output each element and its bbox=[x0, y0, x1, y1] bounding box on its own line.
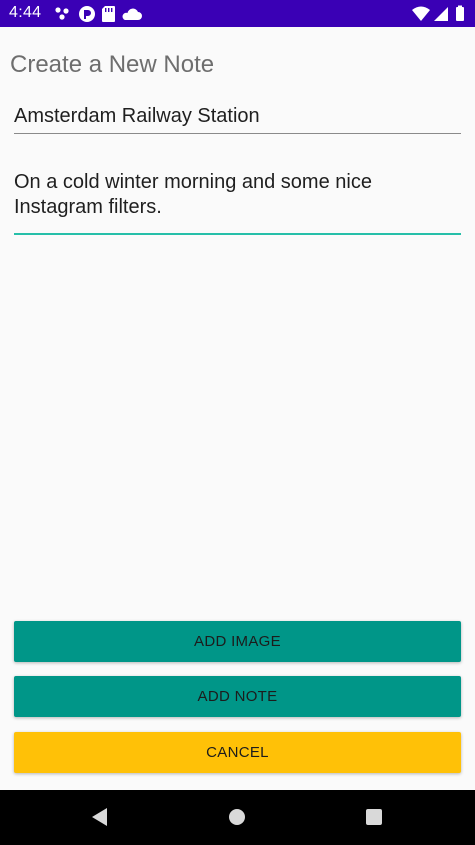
note-body-input[interactable]: On a cold winter morning and some nice I… bbox=[14, 167, 461, 235]
status-right-icons bbox=[412, 5, 464, 21]
note-title-value: Amsterdam Railway Station bbox=[14, 105, 260, 127]
notification-dots-icon bbox=[55, 7, 69, 20]
navigation-bar bbox=[0, 790, 475, 845]
sd-card-icon bbox=[102, 6, 115, 22]
back-icon[interactable] bbox=[90, 806, 110, 828]
cloud-icon bbox=[122, 8, 142, 20]
status-bar: 4:44 bbox=[0, 0, 475, 27]
add-image-button[interactable]: ADD IMAGE bbox=[14, 621, 461, 662]
note-body-value: On a cold winter morning and some nice I… bbox=[14, 171, 372, 218]
cellular-signal-icon bbox=[434, 7, 448, 21]
add-note-button[interactable]: ADD NOTE bbox=[14, 676, 461, 717]
note-title-input[interactable]: Amsterdam Railway Station bbox=[14, 103, 461, 134]
wifi-icon bbox=[412, 6, 430, 21]
cancel-button[interactable]: CANCEL bbox=[14, 732, 461, 773]
battery-icon bbox=[456, 7, 464, 21]
app-badge-icon bbox=[79, 6, 95, 22]
home-icon[interactable] bbox=[227, 806, 247, 828]
status-left-icons bbox=[55, 6, 142, 22]
recents-icon[interactable] bbox=[364, 806, 384, 828]
status-time: 4:44 bbox=[9, 4, 42, 21]
page-title: Create a New Note bbox=[10, 51, 215, 78]
